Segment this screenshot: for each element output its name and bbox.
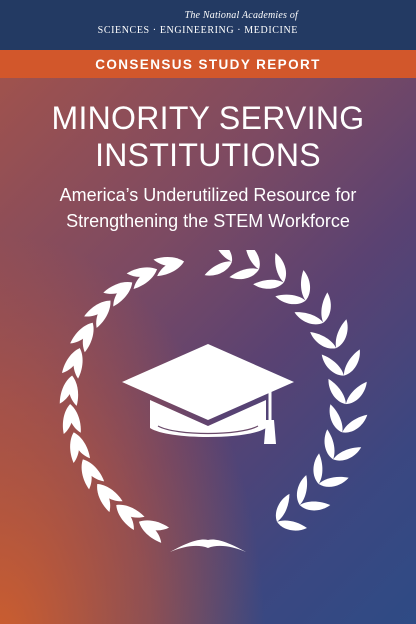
laurel-leaf-icon	[300, 270, 310, 301]
publisher-line2: SCIENCES · ENGINEERING · MEDICINE	[97, 25, 298, 36]
laurel-leaf-icon	[294, 312, 324, 325]
laurel-leaf-icon	[212, 250, 233, 262]
laurel-leaf-icon	[204, 261, 232, 276]
publisher-header: The National Academies of SCIENCES · ENG…	[0, 0, 416, 50]
tassel-icon	[264, 420, 276, 444]
laurel-leaf-icon	[253, 279, 284, 289]
laurel-leaf-icon	[321, 292, 331, 323]
laurel-leaf-icon	[329, 404, 343, 433]
laurel-leaf-icon	[296, 475, 308, 505]
laurel-leaf-icon	[275, 294, 306, 305]
laurel-leaf-icon	[244, 250, 260, 270]
laurel-leaf-icon	[335, 319, 348, 349]
title-line2: INSTITUTIONS	[95, 137, 321, 173]
emblem	[59, 250, 368, 552]
wreath-ribbon-icon	[170, 539, 246, 552]
laurel-leaf-icon	[345, 381, 367, 405]
laurel-leaf-icon	[324, 429, 335, 460]
subtitle-line2: Strengthening the STEM Workforce	[66, 211, 350, 231]
report-type-banner: CONSENSUS STUDY REPORT	[0, 50, 416, 78]
subtitle-line1: America’s Underutilized Resource for	[59, 185, 357, 205]
cap-board-icon	[122, 344, 294, 420]
laurel-leaf-icon	[313, 453, 323, 484]
laurel-leaf-icon	[229, 268, 259, 280]
laurel-leaf-icon	[310, 331, 337, 349]
laurel-leaf-icon	[328, 378, 346, 405]
laurel-leaf-icon	[275, 493, 290, 522]
laurel-leaf-icon	[342, 414, 368, 433]
title-line1: MINORITY SERVING	[51, 100, 365, 136]
publisher-line1: The National Academies of	[184, 10, 298, 21]
laurel-leaf-icon	[333, 447, 362, 461]
laurel-leaf-icon	[277, 520, 307, 531]
banner-label: CONSENSUS STUDY REPORT	[95, 56, 321, 72]
laurel-leaf-icon	[321, 354, 344, 376]
laurel-leaf-icon	[275, 253, 287, 283]
laurel-leaf-icon	[299, 501, 331, 511]
laurel-leaf-icon	[318, 476, 349, 487]
book-cover: The National Academies of SCIENCES · ENG…	[0, 0, 416, 624]
laurel-leaf-icon	[343, 349, 360, 376]
graduation-cap-icon	[122, 344, 294, 444]
